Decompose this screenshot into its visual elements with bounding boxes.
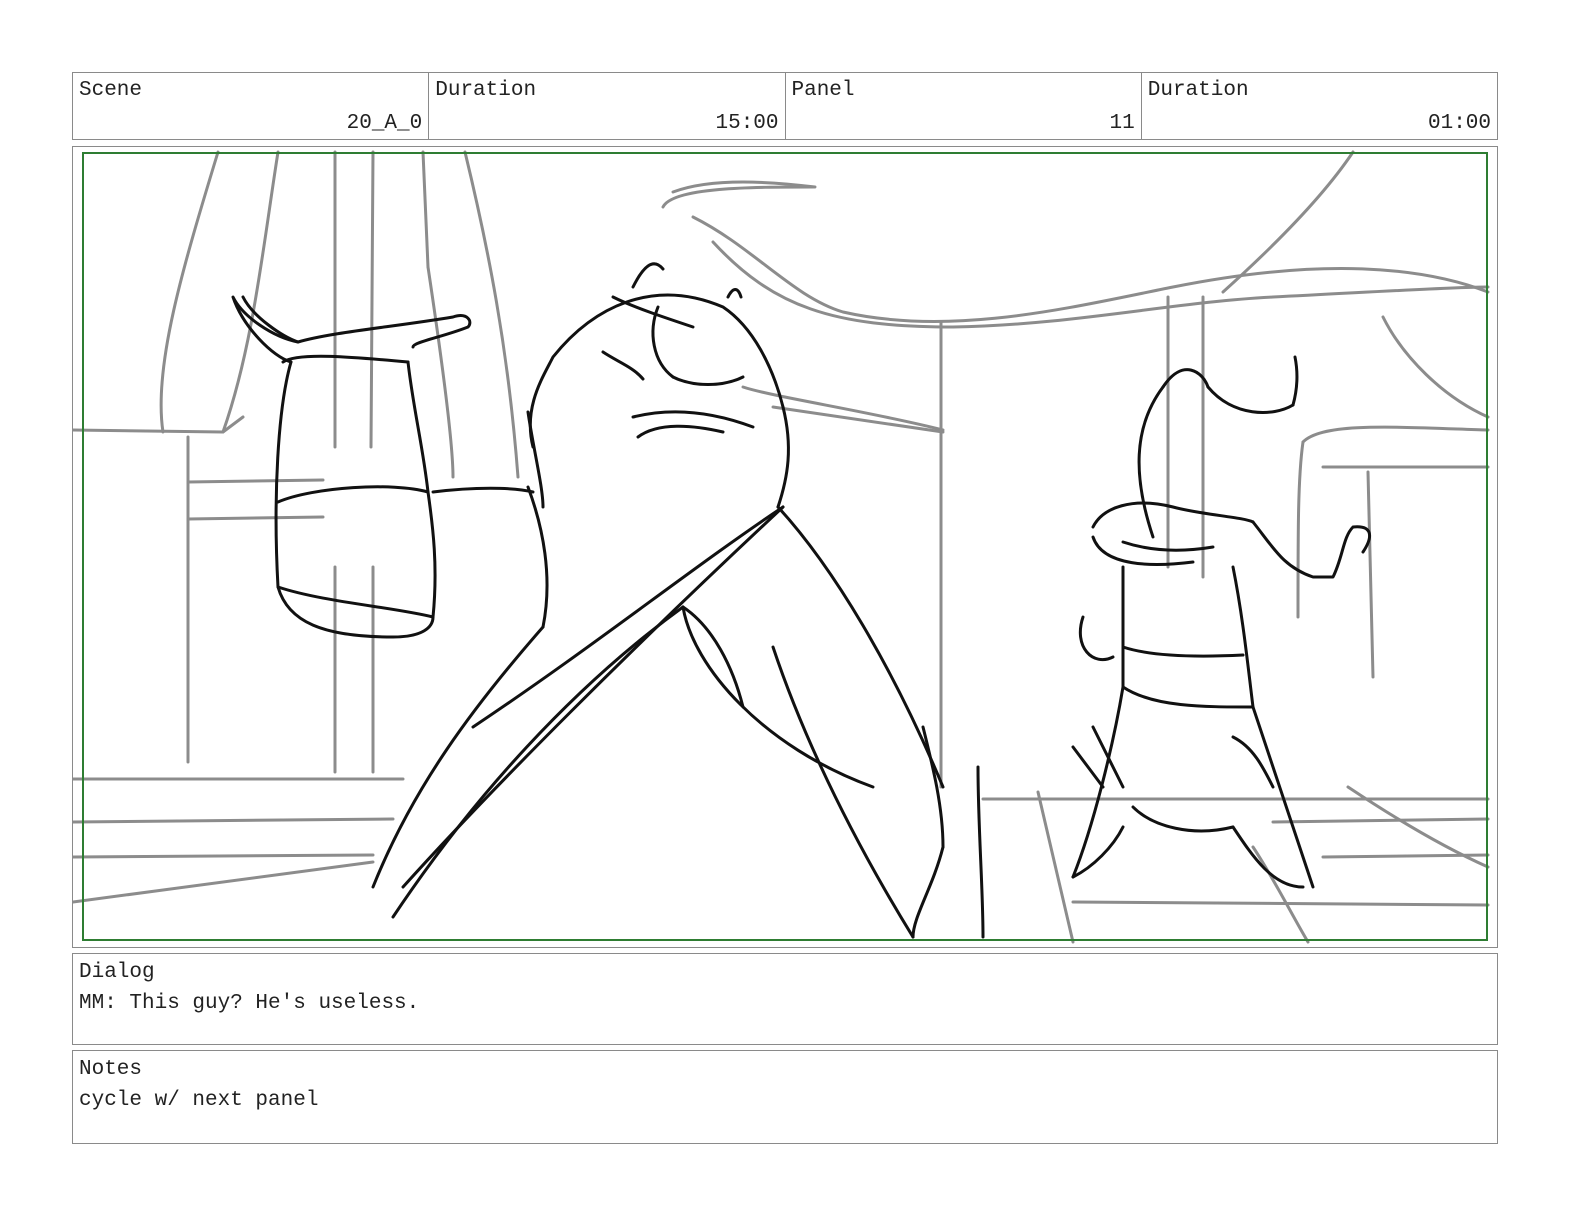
storyboard-panel-image: [72, 146, 1498, 948]
sketch-drawing: [73, 150, 1490, 944]
notes-label: Notes: [79, 1058, 143, 1081]
scene-label: Scene: [79, 79, 143, 102]
dialog-text: MM: This guy? He's useless.: [79, 992, 420, 1015]
panel-info-header: Scene 20_A_0 Duration 15:00 Panel 11 Dur…: [72, 72, 1498, 140]
panel-label: Panel: [791, 79, 855, 102]
notes-text: cycle w/ next panel: [79, 1089, 319, 1112]
scene-value: 20_A_0: [346, 112, 423, 135]
panel-value: 11: [1109, 112, 1135, 135]
dialog-label: Dialog: [79, 961, 155, 984]
scene-duration-cell: Duration 15:00: [429, 73, 786, 139]
notes-box: Notes cycle w/ next panel: [72, 1050, 1498, 1144]
panel-duration-label: Duration: [1147, 79, 1249, 102]
dialog-box: Dialog MM: This guy? He's useless.: [72, 953, 1498, 1045]
background-sketch: [73, 150, 1490, 944]
panel-duration-cell: Duration 01:00: [1142, 73, 1497, 139]
panel-duration-value: 01:00: [1427, 112, 1491, 135]
scene-duration-label: Duration: [435, 79, 537, 102]
panel-cell: Panel 11: [786, 73, 1142, 139]
character-sketch: [231, 262, 1372, 939]
scene-cell: Scene 20_A_0: [73, 73, 430, 139]
scene-duration-value: 15:00: [715, 112, 779, 135]
